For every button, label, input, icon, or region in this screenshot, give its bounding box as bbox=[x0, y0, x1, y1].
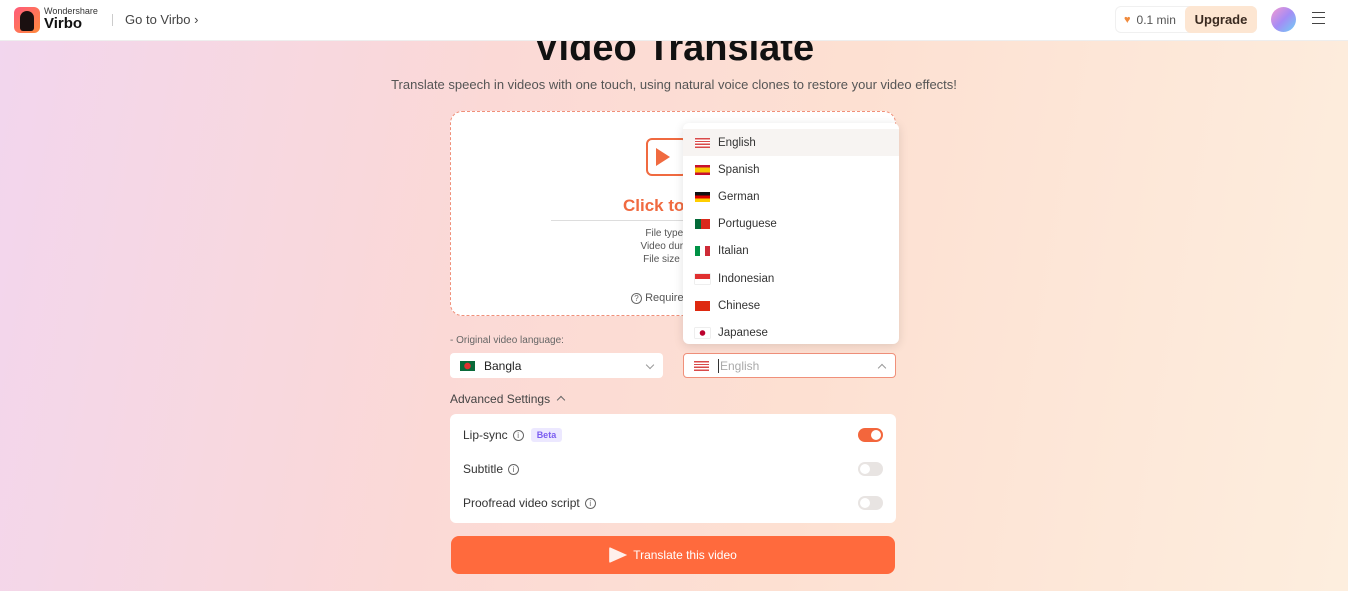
chevron-right-icon: › bbox=[194, 12, 199, 27]
language-option-label: Indonesian bbox=[718, 272, 775, 285]
language-option-label: Spanish bbox=[718, 163, 760, 176]
language-option[interactable]: Indonesian bbox=[683, 265, 899, 292]
it-flag-icon bbox=[695, 246, 710, 257]
menu-icon[interactable] bbox=[1312, 12, 1325, 24]
language-option-label: Japanese bbox=[718, 326, 768, 339]
language-option[interactable]: Japanese bbox=[683, 319, 899, 344]
us-flag-icon bbox=[694, 360, 709, 371]
language-option[interactable]: German bbox=[683, 183, 899, 210]
language-option-label: Italian bbox=[718, 245, 749, 258]
chevron-up-icon bbox=[557, 395, 566, 405]
advanced-settings-panel: Lip-sync i Beta Subtitle i Proofread video … bbox=[450, 414, 896, 523]
info-icon[interactable]: i bbox=[584, 497, 596, 509]
cn-flag-icon bbox=[695, 300, 710, 311]
language-option-label: Chinese bbox=[718, 299, 761, 312]
language-dropdown: English Spanish German Portuguese Italian Ind… bbox=[683, 123, 899, 344]
translate-icon bbox=[609, 547, 628, 563]
virbo-logo[interactable] bbox=[14, 7, 40, 33]
language-option[interactable]: Chinese bbox=[683, 292, 899, 319]
page-subtitle: Translate speech in videos with one touc… bbox=[391, 77, 957, 92]
bangladesh-flag-icon bbox=[460, 360, 475, 371]
language-option-label: Portuguese bbox=[718, 218, 777, 231]
lip-sync-row: Lip-sync i Beta bbox=[463, 428, 563, 442]
heart-icon: ♥ bbox=[1124, 13, 1131, 26]
header: Wondershare Virbo Go to Virbo › ♥ 0.1 min … bbox=[0, 0, 1348, 41]
proofread-toggle[interactable] bbox=[858, 496, 883, 510]
jp-flag-icon bbox=[695, 327, 710, 338]
upgrade-button[interactable]: Upgrade bbox=[1185, 6, 1257, 33]
language-option[interactable]: English bbox=[683, 129, 899, 157]
go-to-virbo-link[interactable]: Go to Virbo › bbox=[125, 12, 199, 27]
original-language-select[interactable]: Bangla bbox=[450, 353, 663, 378]
video-upload-icon bbox=[646, 138, 688, 176]
language-option[interactable]: Spanish bbox=[683, 156, 899, 183]
lip-sync-toggle[interactable] bbox=[858, 428, 883, 442]
help-icon: ? bbox=[631, 293, 642, 304]
target-language-select[interactable]: English bbox=[683, 353, 896, 378]
subtitle-toggle[interactable] bbox=[858, 462, 883, 476]
advanced-settings-toggle[interactable]: Advanced Settings bbox=[450, 392, 566, 406]
avatar[interactable] bbox=[1271, 7, 1296, 32]
chevron-up-icon bbox=[877, 363, 887, 373]
us-flag-icon bbox=[695, 137, 710, 148]
requirements-link[interactable]: ? Require bbox=[631, 292, 684, 304]
language-option[interactable]: Italian bbox=[683, 238, 899, 265]
info-icon[interactable]: i bbox=[512, 429, 524, 441]
info-icon[interactable]: i bbox=[508, 463, 520, 475]
divider bbox=[112, 14, 113, 26]
de-flag-icon bbox=[695, 191, 710, 202]
translate-video-button[interactable]: Translate this video bbox=[451, 536, 895, 574]
chevron-down-icon bbox=[645, 360, 655, 370]
original-language-label: - Original video language: bbox=[450, 335, 564, 346]
language-option-label: German bbox=[718, 190, 760, 203]
language-option[interactable]: Portuguese bbox=[683, 211, 899, 238]
language-option-label: English bbox=[718, 136, 756, 149]
subtitle-row: Subtitle i bbox=[463, 462, 520, 476]
brand[interactable]: Wondershare Virbo bbox=[44, 7, 98, 32]
proofread-row: Proofread video script i bbox=[463, 496, 596, 510]
id-flag-icon bbox=[695, 273, 710, 284]
beta-badge: Beta bbox=[530, 428, 563, 442]
pt-flag-icon bbox=[695, 219, 710, 230]
es-flag-icon bbox=[695, 164, 710, 175]
